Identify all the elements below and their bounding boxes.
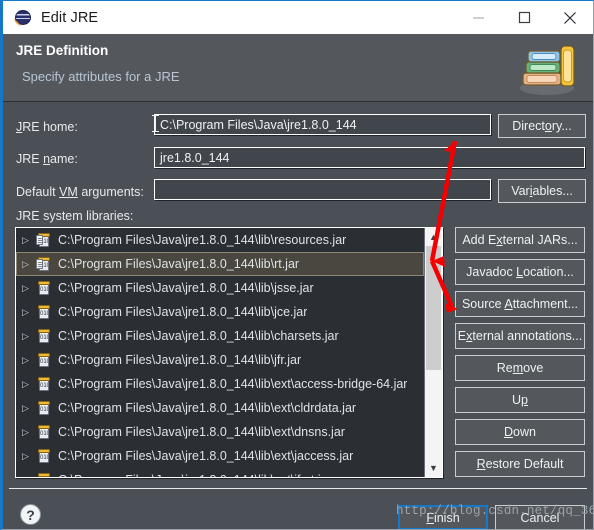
- jar-icon: 010: [36, 376, 52, 392]
- scrollbar-thumb[interactable]: [426, 246, 441, 370]
- minimize-icon[interactable]: [455, 1, 501, 34]
- footer-separator: [9, 488, 587, 489]
- directory-button[interactable]: Directory...: [498, 114, 586, 138]
- expand-arrow-icon[interactable]: ▷: [22, 451, 36, 461]
- jar-icon: 010: [36, 352, 52, 368]
- variables-button[interactable]: Variables...: [498, 179, 586, 203]
- library-row[interactable]: ▷010 C:\Program Files\Java\jre1.8.0_144\l…: [16, 444, 424, 468]
- library-row[interactable]: ▷010 C:\Program Files\Java\jre1.8.0_144\l…: [16, 324, 424, 348]
- library-row[interactable]: ▷010 C:\Program Files\Java\jre1.8.0_144\l…: [16, 300, 424, 324]
- jre-system-libraries-label: JRE system libraries:: [16, 209, 134, 223]
- expand-arrow-icon[interactable]: ▷: [22, 379, 36, 389]
- scrollbar-track[interactable]: [425, 246, 442, 459]
- eclipse-icon: [14, 9, 32, 26]
- expand-arrow-icon[interactable]: ▷: [22, 307, 36, 317]
- expand-arrow-icon[interactable]: ▷: [22, 331, 36, 341]
- add-external-jars-button[interactable]: Add External JARs...: [455, 227, 585, 253]
- external-annotations-button[interactable]: External annotations...: [455, 323, 585, 349]
- cancel-button[interactable]: Cancel: [495, 505, 585, 529]
- jre-home-input[interactable]: C:\Program Files\Java\jre1.8.0_144: [154, 114, 491, 135]
- library-rows: ▷010C:\Program Files\Java\jre1.8.0_144\l…: [16, 228, 424, 477]
- library-path: C:\Program Files\Java\jre1.8.0_144\lib\r…: [58, 233, 347, 247]
- jre-home-label: JRE home:: [16, 120, 78, 134]
- expand-arrow-icon[interactable]: ▷: [22, 235, 36, 245]
- jar-icon: 010: [36, 304, 52, 320]
- library-path: C:\Program Files\Java\jre1.8.0_144\lib\c…: [58, 329, 339, 343]
- books-icon: [520, 45, 575, 95]
- list-scrollbar[interactable]: ▲ ▼: [424, 228, 442, 477]
- library-row[interactable]: ▷010 C:\Program Files\Java\jre1.8.0_144\l…: [16, 468, 424, 477]
- library-path: C:\Program Files\Java\jre1.8.0_144\lib\e…: [58, 425, 345, 439]
- library-path: C:\Program Files\Java\jre1.8.0_144\lib\j…: [58, 281, 314, 295]
- library-row[interactable]: ▷010 C:\Program Files\Java\jre1.8.0_144\l…: [16, 228, 424, 252]
- text-caret: [152, 115, 159, 132]
- library-row[interactable]: ▷010 C:\Program Files\Java\jre1.8.0_144\l…: [16, 396, 424, 420]
- library-row[interactable]: ▷010 C:\Program Files\Java\jre1.8.0_144\l…: [16, 420, 424, 444]
- jar-icon: 010: [36, 328, 52, 344]
- maximize-icon[interactable]: [501, 1, 547, 34]
- jre-system-libraries-list[interactable]: ▷010C:\Program Files\Java\jre1.8.0_144\l…: [15, 227, 443, 478]
- title-bar: Edit JRE: [3, 1, 593, 34]
- javadoc-location-button[interactable]: Javadoc Location...: [455, 259, 585, 285]
- jar-icon: 010: [36, 280, 52, 296]
- cancel-button-label: Cancel: [520, 510, 560, 525]
- expand-arrow-icon[interactable]: ▷: [22, 403, 36, 413]
- expand-arrow-icon[interactable]: ▷: [22, 283, 36, 293]
- jar-icon: 010: [36, 448, 52, 464]
- source-attachment-button[interactable]: Source Attachment...: [455, 291, 585, 317]
- expand-arrow-icon[interactable]: ▷: [22, 475, 36, 477]
- edit-jre-dialog: Edit JRE JRE Definition Specify attribut…: [0, 0, 594, 530]
- vm-arguments-label: Default VM arguments:: [16, 185, 144, 199]
- dialog-banner: JRE Definition Specify attributes for a …: [3, 34, 593, 102]
- library-path: C:\Program Files\Java\jre1.8.0_144\lib\j…: [58, 353, 302, 367]
- library-path: C:\Program Files\Java\jre1.8.0_144\lib\e…: [58, 473, 332, 477]
- banner-subtitle: Specify attributes for a JRE: [22, 69, 180, 84]
- vm-arguments-input[interactable]: [154, 179, 491, 200]
- banner-title: JRE Definition: [16, 43, 109, 58]
- remove-button[interactable]: Remove: [455, 355, 585, 381]
- jar-source-icon: 010: [36, 256, 52, 272]
- jar-source-icon: 010: [36, 232, 52, 248]
- help-icon[interactable]: ?: [20, 504, 41, 525]
- jar-icon: 010: [36, 472, 52, 477]
- library-path: C:\Program Files\Java\jre1.8.0_144\lib\e…: [58, 449, 354, 463]
- window-controls: [455, 1, 593, 34]
- finish-button[interactable]: Finish: [398, 505, 488, 529]
- jar-icon: 010: [36, 400, 52, 416]
- library-path: C:\Program Files\Java\jre1.8.0_144\lib\e…: [58, 401, 357, 415]
- close-icon[interactable]: [547, 1, 593, 34]
- expand-arrow-icon[interactable]: ▷: [22, 259, 36, 269]
- library-row[interactable]: ▷010 C:\Program Files\Java\jre1.8.0_144\l…: [16, 252, 424, 276]
- jre-name-input[interactable]: jre1.8.0_144: [154, 147, 585, 168]
- restore-default-button[interactable]: Restore Default: [455, 451, 585, 477]
- library-row[interactable]: ▷010 C:\Program Files\Java\jre1.8.0_144\l…: [16, 372, 424, 396]
- library-row[interactable]: ▷010 C:\Program Files\Java\jre1.8.0_144\l…: [16, 276, 424, 300]
- library-path: C:\Program Files\Java\jre1.8.0_144\lib\r…: [58, 257, 300, 271]
- library-path: C:\Program Files\Java\jre1.8.0_144\lib\j…: [58, 305, 308, 319]
- expand-arrow-icon[interactable]: ▷: [22, 355, 36, 365]
- window-title: Edit JRE: [41, 9, 99, 26]
- library-row[interactable]: ▷010 C:\Program Files\Java\jre1.8.0_144\l…: [16, 348, 424, 372]
- jar-icon: 010: [36, 424, 52, 440]
- scroll-down-icon[interactable]: ▼: [425, 459, 442, 477]
- expand-arrow-icon[interactable]: ▷: [22, 427, 36, 437]
- library-path: C:\Program Files\Java\jre1.8.0_144\lib\e…: [58, 377, 408, 391]
- up-button[interactable]: Up: [455, 387, 585, 413]
- scroll-up-icon[interactable]: ▲: [425, 228, 442, 246]
- down-button[interactable]: Down: [455, 419, 585, 445]
- jre-name-label: JRE name:: [16, 152, 78, 166]
